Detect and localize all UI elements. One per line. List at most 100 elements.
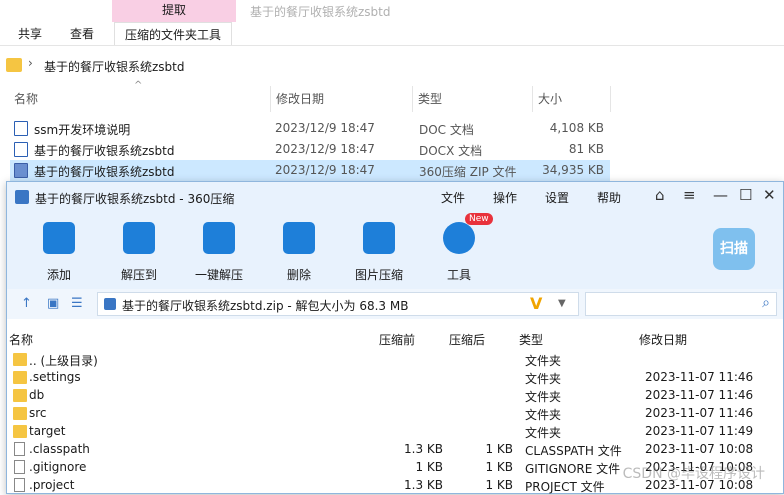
archive-row[interactable]: .. (上级目录) 文件夹 bbox=[7, 350, 783, 368]
folder-icon bbox=[6, 58, 22, 72]
menu-settings[interactable]: 设置 bbox=[545, 189, 569, 206]
archive-row[interactable]: .settings 文件夹 2023-11-07 11:46 bbox=[7, 368, 783, 386]
folder-icon bbox=[13, 371, 27, 384]
thumbnail-view-icon[interactable]: ▣ bbox=[47, 296, 59, 311]
file-icon bbox=[14, 460, 25, 474]
add-label: 添加 bbox=[46, 268, 71, 282]
column-header-type[interactable]: 类型 bbox=[418, 90, 442, 107]
archive-name: .project bbox=[29, 478, 75, 492]
shirt-skin-icon[interactable]: ⌂ bbox=[655, 186, 665, 204]
file-row[interactable]: ssm开发环境说明 2023/12/9 18:47 DOC 文档 4,108 K… bbox=[10, 118, 610, 139]
up-arrow-icon[interactable]: ↑ bbox=[21, 296, 32, 311]
column-header-name[interactable]: 名称 bbox=[14, 90, 38, 107]
archive-type: PROJECT 文件 bbox=[525, 480, 605, 494]
zip-column-name[interactable]: 名称 bbox=[9, 331, 33, 348]
file-type: DOC 文档 bbox=[419, 123, 474, 137]
archive-name: .. (上级目录) bbox=[29, 354, 98, 368]
extract-to-label: 解压到 bbox=[120, 268, 157, 282]
zip-column-before[interactable]: 压缩前 bbox=[379, 331, 415, 348]
address-path: 基于的餐厅收银系统zsbtd bbox=[44, 60, 185, 74]
zip-column-type[interactable]: 类型 bbox=[519, 331, 543, 348]
tab-view[interactable]: 查看 bbox=[70, 22, 94, 46]
file-size: 4,108 KB bbox=[549, 121, 604, 135]
scan-button[interactable]: 扫描 bbox=[713, 228, 755, 270]
file-type: 360压缩 ZIP 文件 bbox=[419, 165, 517, 179]
search-input[interactable]: ⌕ bbox=[585, 292, 777, 316]
list-view-icon[interactable]: ☰ bbox=[71, 296, 83, 311]
tab-compressed-folder-tools[interactable]: 压缩的文件夹工具 bbox=[114, 22, 233, 46]
tab-share[interactable]: 共享 bbox=[18, 22, 42, 46]
navigation-bar: ↑ ▣ ☰ 基于的餐厅收银系统zsbtd.zip - 解包大小为 68.3 MB… bbox=[7, 289, 783, 319]
archive-name: src bbox=[29, 406, 47, 420]
minimize-icon[interactable]: — bbox=[713, 186, 728, 204]
file-size: 34,935 KB bbox=[542, 163, 604, 177]
file-name: 基于的餐厅收银系统zsbtd bbox=[34, 165, 175, 179]
archive-row[interactable]: .classpath 1.3 KB 1 KB CLASSPATH 文件 2023-11-… bbox=[7, 440, 783, 458]
tab-extract[interactable]: 提取 bbox=[112, 0, 236, 22]
menu-help[interactable]: 帮助 bbox=[597, 189, 621, 206]
folder-icon bbox=[13, 425, 27, 438]
archive-path-text: 基于的餐厅收银系统zsbtd.zip - 解包大小为 68.3 MB bbox=[122, 299, 409, 313]
zip-archive-icon bbox=[14, 163, 28, 178]
column-divider[interactable] bbox=[412, 86, 413, 112]
word-doc-icon bbox=[14, 121, 28, 136]
file-type: DOCX 文档 bbox=[419, 144, 483, 158]
v-logo-icon[interactable]: V bbox=[530, 294, 542, 313]
chevron-down-icon[interactable]: ▼ bbox=[558, 298, 566, 309]
menu-lines-icon[interactable]: ≡ bbox=[683, 186, 696, 204]
ribbon-divider bbox=[0, 45, 784, 46]
image-compress-label: 图片压缩 bbox=[354, 268, 403, 282]
file-row[interactable]: 基于的餐厅收银系统zsbtd 2023/12/9 18:47 DOCX 文档 8… bbox=[10, 139, 610, 160]
watermark: CSDN @毕设程序设计 bbox=[622, 466, 765, 482]
close-icon[interactable]: ✕ bbox=[763, 186, 776, 204]
recycle-icon bbox=[283, 222, 315, 254]
archive-name: target bbox=[29, 424, 66, 438]
column-header-size[interactable]: 大小 bbox=[538, 90, 562, 107]
archive-row[interactable]: db 文件夹 2023-11-07 11:46 bbox=[7, 386, 783, 404]
zip-app-icon bbox=[15, 190, 29, 204]
one-click-extract-button[interactable]: 一键解压 bbox=[189, 222, 249, 283]
archive-path-box[interactable]: 基于的餐厅收银系统zsbtd.zip - 解包大小为 68.3 MB V ▼ bbox=[97, 292, 579, 316]
file-name: 基于的餐厅收银系统zsbtd bbox=[34, 144, 175, 158]
tools-icon bbox=[443, 222, 475, 254]
maximize-icon[interactable]: ☐ bbox=[739, 186, 752, 204]
column-divider[interactable] bbox=[610, 86, 611, 112]
zip-column-after[interactable]: 压缩后 bbox=[449, 331, 485, 348]
one-click-extract-icon bbox=[203, 222, 235, 254]
add-button[interactable]: 添加 bbox=[29, 222, 89, 283]
column-header-date[interactable]: 修改日期 bbox=[276, 90, 324, 107]
archive-date: 2023-11-07 11:46 bbox=[645, 406, 754, 420]
delete-button[interactable]: 删除 bbox=[269, 222, 329, 283]
chevron-right-icon[interactable]: › bbox=[28, 56, 33, 70]
menu-operate[interactable]: 操作 bbox=[493, 189, 517, 206]
column-divider[interactable] bbox=[532, 86, 533, 112]
archive-row[interactable]: target 文件夹 2023-11-07 11:49 bbox=[7, 422, 783, 440]
window-title: 基于的餐厅收银系统zsbtd bbox=[250, 5, 391, 19]
image-compress-button[interactable]: 图片压缩 bbox=[349, 222, 409, 283]
folder-icon bbox=[13, 353, 27, 366]
file-name: ssm开发环境说明 bbox=[34, 123, 131, 137]
file-row-selected[interactable]: 基于的餐厅收银系统zsbtd 2023/12/9 18:47 360压缩 ZIP… bbox=[10, 160, 610, 181]
archive-row[interactable]: src 文件夹 2023-11-07 11:46 bbox=[7, 404, 783, 422]
file-date: 2023/12/9 18:47 bbox=[275, 163, 375, 177]
zip-file-icon bbox=[104, 298, 116, 310]
one-click-extract-label: 一键解压 bbox=[194, 268, 243, 282]
word-docx-icon bbox=[14, 142, 28, 157]
extract-to-button[interactable]: 解压到 bbox=[109, 222, 169, 283]
image-compress-icon bbox=[363, 222, 395, 254]
file-size: 81 KB bbox=[568, 142, 604, 156]
archive-size-before: 1.3 KB bbox=[404, 478, 443, 492]
archive-type: 文件夹 bbox=[525, 390, 562, 404]
archive-type: 文件夹 bbox=[525, 372, 562, 386]
menu-file[interactable]: 文件 bbox=[441, 189, 465, 206]
zip-column-date[interactable]: 修改日期 bbox=[639, 331, 687, 348]
file-icon bbox=[14, 478, 25, 492]
file-icon bbox=[14, 442, 25, 456]
file-date: 2023/12/9 18:47 bbox=[275, 121, 375, 135]
search-icon[interactable]: ⌕ bbox=[762, 295, 770, 311]
column-divider[interactable] bbox=[270, 86, 271, 112]
folder-icon bbox=[13, 407, 27, 420]
address-bar[interactable]: › 基于的餐厅收银系统zsbtd bbox=[0, 54, 784, 78]
tools-button[interactable]: 工具 bbox=[429, 222, 489, 283]
archive-name: .classpath bbox=[29, 442, 90, 456]
